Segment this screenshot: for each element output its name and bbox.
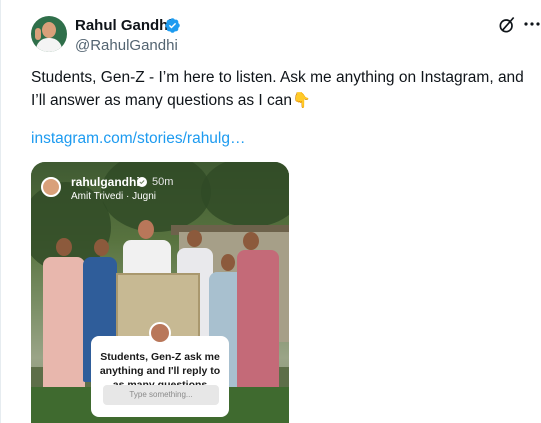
verified-badge-icon xyxy=(165,18,180,33)
media-image[interactable]: rahulgandhi 50m Amit Trivedi · Jugni Stu… xyxy=(31,162,289,423)
post-text: Students, Gen-Z - I’m here to listen. As… xyxy=(31,66,536,112)
story-verified-icon xyxy=(137,177,147,187)
instagram-link[interactable]: instagram.com/stories/rahulg… xyxy=(31,130,246,148)
question-input: Type something... xyxy=(103,385,219,405)
person-head xyxy=(56,238,72,256)
person-head xyxy=(221,254,235,271)
person-head xyxy=(94,239,109,256)
author-handle[interactable]: @RahulGandhi xyxy=(75,37,178,54)
story-avatar xyxy=(41,177,61,197)
avatar-shirt xyxy=(36,38,62,52)
grok-icon[interactable] xyxy=(497,15,517,35)
person-head xyxy=(138,220,154,239)
person-head xyxy=(187,230,202,247)
tweet-card: Rahul Gandhi @RahulGandhi Students, Gen-… xyxy=(0,0,541,423)
avatar-hand xyxy=(35,28,41,40)
avatar-face xyxy=(42,22,56,38)
author-name[interactable]: Rahul Gandhi xyxy=(75,17,173,34)
story-username: rahulgandhi xyxy=(71,175,140,189)
person-head xyxy=(243,232,259,250)
pointing-down-emoji-icon: 👇 xyxy=(292,92,311,109)
story-music: Amit Trivedi · Jugni xyxy=(71,191,157,202)
story-time: 50m xyxy=(152,176,174,188)
author-avatar[interactable] xyxy=(31,16,67,52)
question-avatar xyxy=(149,322,171,344)
post-text-body: Students, Gen-Z - I’m here to listen. As… xyxy=(31,69,524,109)
more-options-icon[interactable] xyxy=(523,14,541,34)
person-figure xyxy=(43,257,85,392)
person-figure xyxy=(237,250,279,390)
